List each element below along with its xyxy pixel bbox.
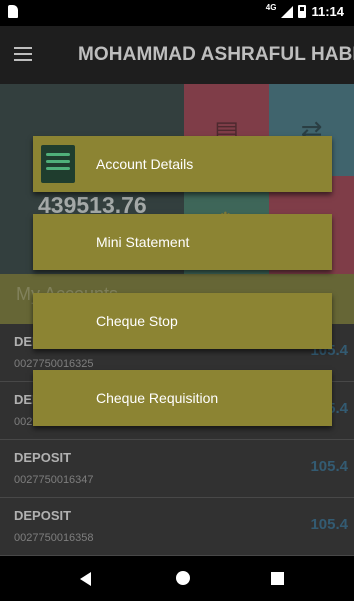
- app-screen: 4G 11:14 MOHAMMAD ASHRAFUL HABIB ▤ ⇄ ✋ ▣…: [0, 0, 354, 601]
- home-icon[interactable]: [176, 571, 190, 585]
- signal-icon: [281, 5, 294, 18]
- cheque-stop-button[interactable]: Cheque Stop: [33, 293, 332, 349]
- app-title: MOHAMMAD ASHRAFUL HABIB: [78, 44, 354, 65]
- hamburger-menu-icon[interactable]: [14, 47, 32, 61]
- account-number: 0027750016325: [14, 358, 94, 370]
- menu-item-label: Cheque Stop: [96, 313, 178, 329]
- ledger-icon: [41, 145, 75, 183]
- account-number: 0027750016358: [14, 532, 94, 544]
- menu-item-label: Cheque Requisition: [96, 390, 219, 406]
- account-row[interactable]: DEPOSIT 0027750016347 105.4: [0, 440, 354, 498]
- sim-card-icon: [8, 5, 18, 18]
- app-bar: MOHAMMAD ASHRAFUL HABIB: [0, 26, 354, 84]
- account-amount: 105.4: [310, 458, 348, 475]
- account-type: DEPOSIT: [14, 508, 72, 523]
- account-amount: 105.4: [310, 516, 348, 533]
- status-indicators: 4G 11:14: [265, 3, 344, 19]
- menu-item-label: Mini Statement: [96, 234, 190, 250]
- menu-item-label: Account Details: [96, 156, 194, 172]
- recent-apps-icon[interactable]: [271, 572, 284, 585]
- cheque-requisition-button[interactable]: Cheque Requisition: [33, 370, 332, 426]
- account-type: DEPOSIT: [14, 450, 72, 465]
- account-number: 0027750016347: [14, 474, 94, 486]
- network-type: 4G: [265, 3, 277, 12]
- mini-statement-button[interactable]: Mini Statement: [33, 214, 332, 270]
- account-row[interactable]: DEPOSIT 0027750016358 105.4: [0, 498, 354, 556]
- system-nav-bar: [0, 556, 354, 601]
- back-icon[interactable]: [80, 572, 91, 586]
- account-details-button[interactable]: Account Details: [33, 136, 332, 192]
- clock: 11:14: [311, 4, 344, 19]
- battery-icon: [298, 5, 307, 18]
- status-bar: 4G 11:14: [0, 0, 354, 26]
